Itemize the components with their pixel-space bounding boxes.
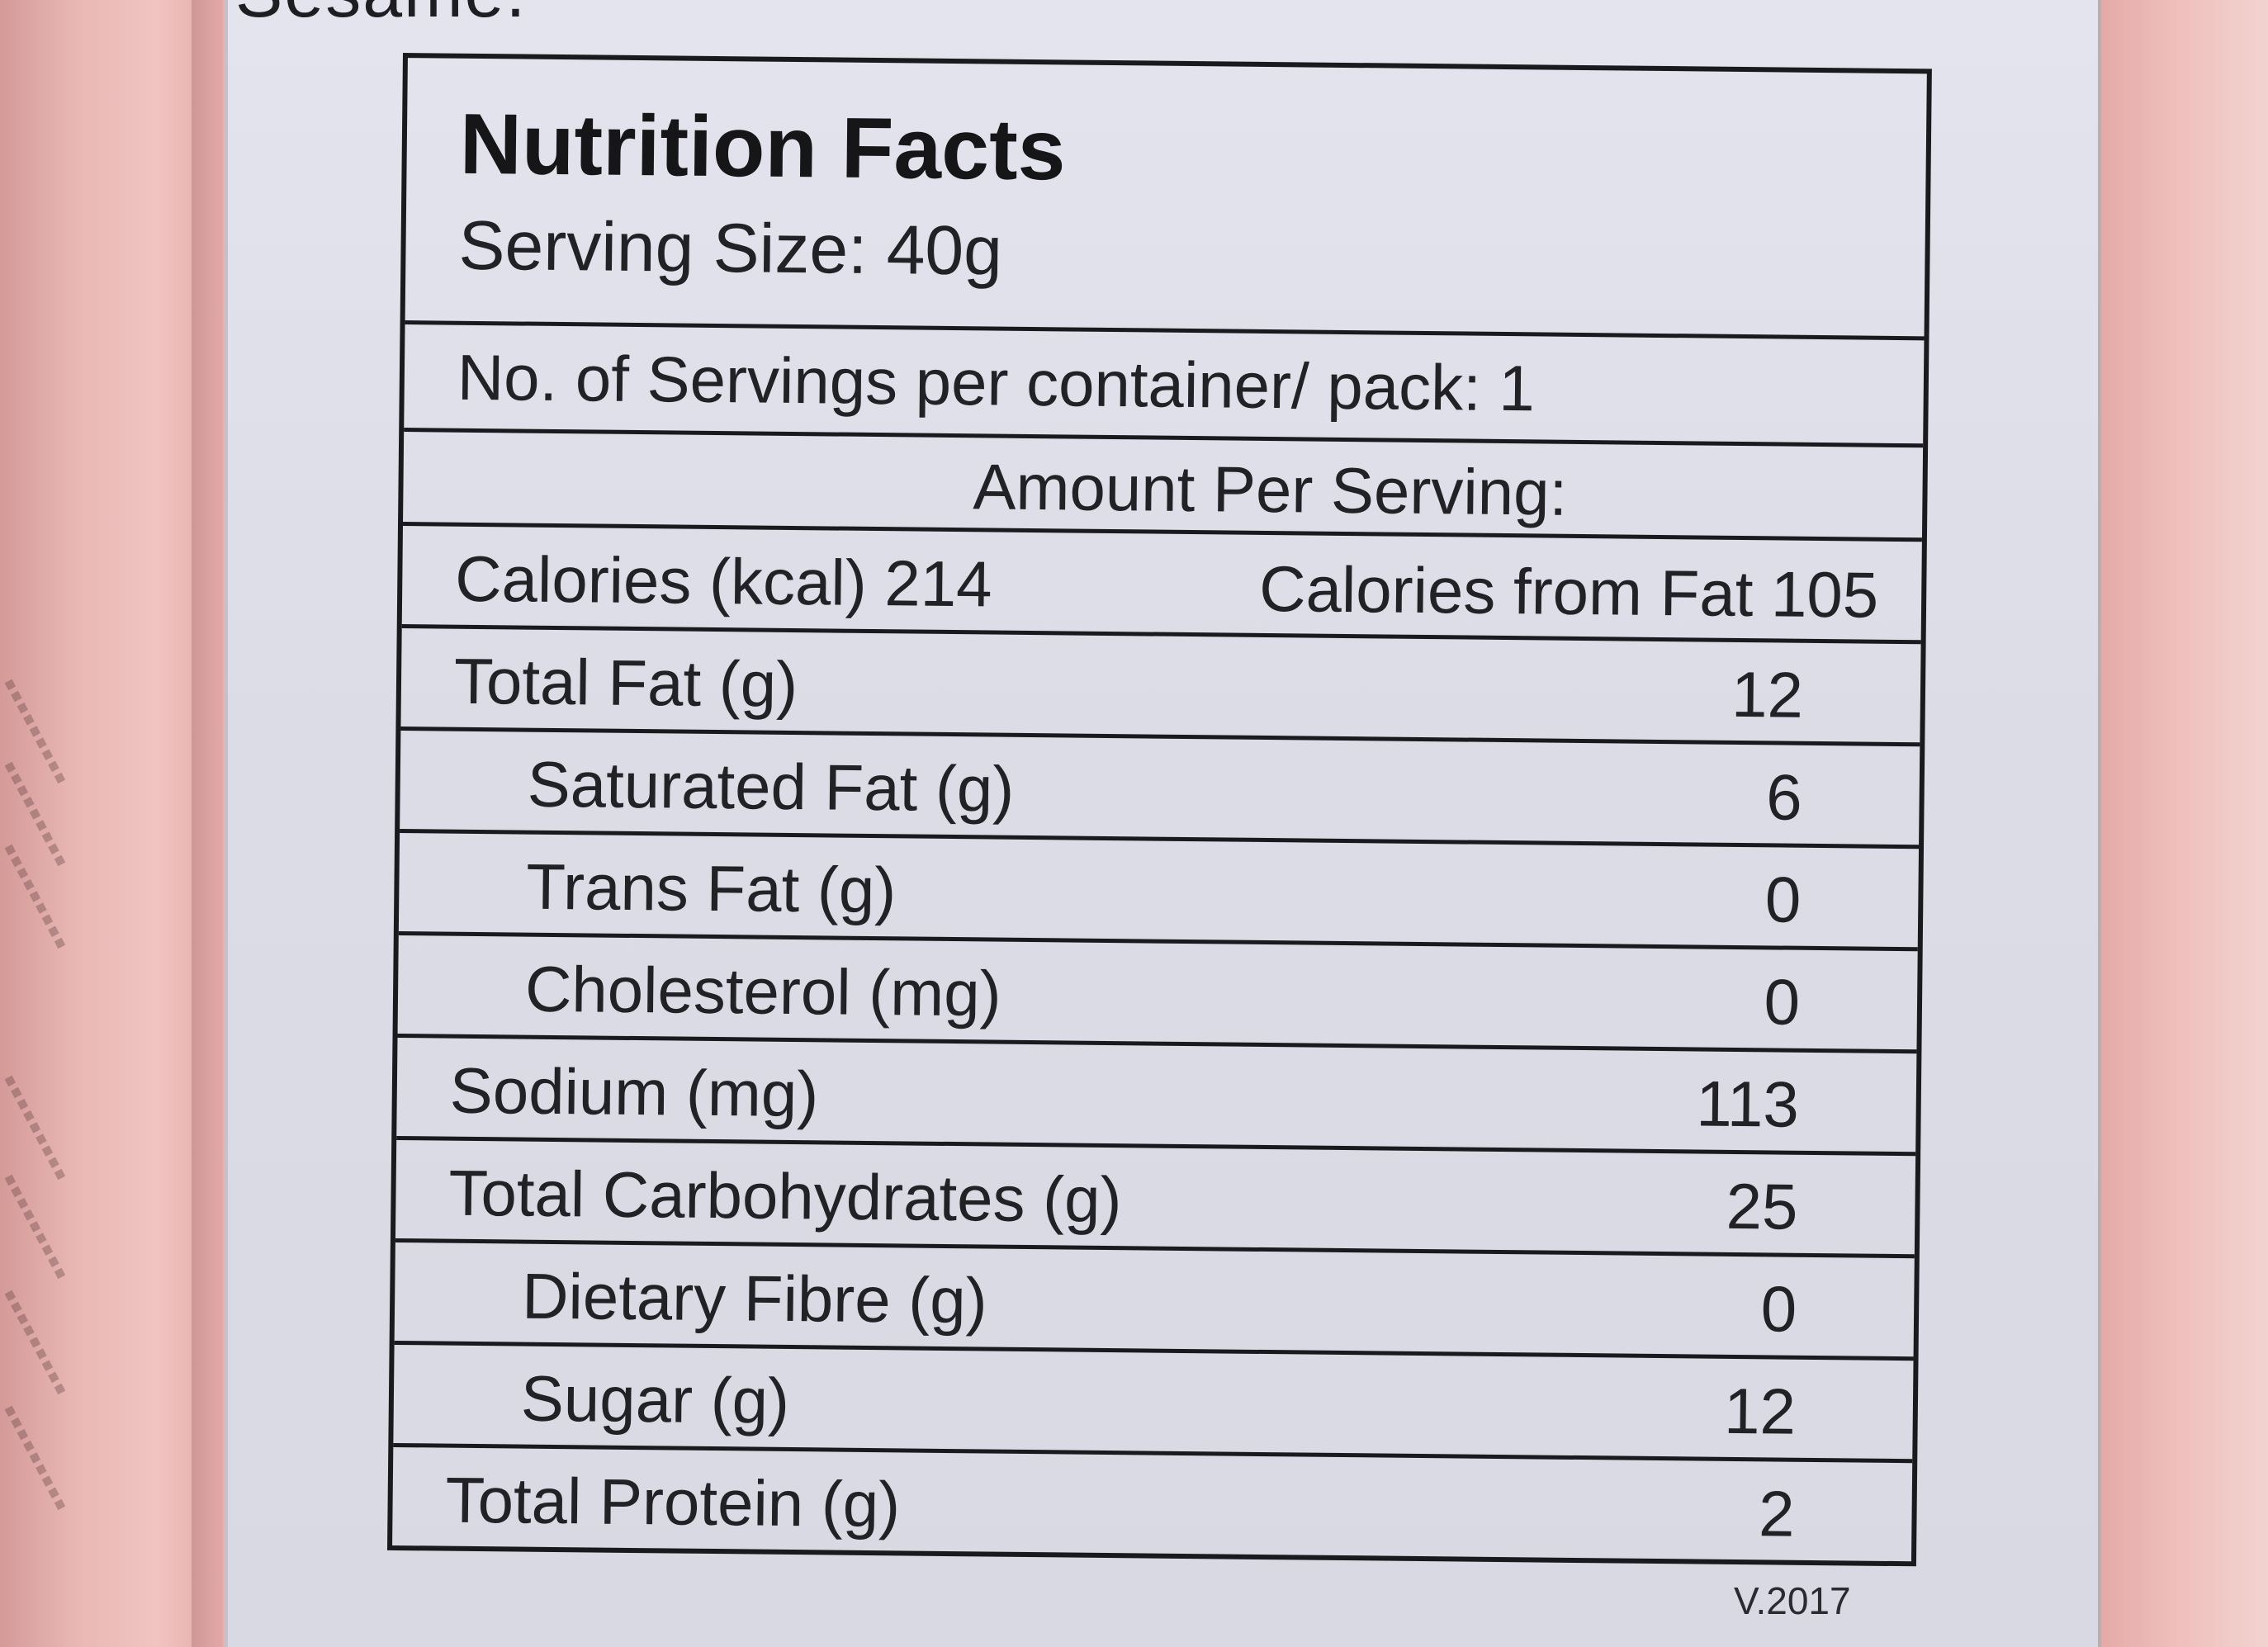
nutrient-label: Cholesterol (mg) [524,952,1002,1030]
nutrient-label: Trans Fat (g) [525,850,897,927]
nutrient-value: 12 [1731,657,1804,731]
servings-per-container: No. of Servings per container/ pack: 1 [457,340,1536,425]
calories: Calories (kcal) 214 [454,542,993,621]
flap-print [4,1075,67,1181]
nutrient-value: 6 [1765,760,1803,834]
nutrient-value: 0 [1760,1272,1797,1346]
package-left-flap [0,0,223,1647]
nutrient-value: 113 [1695,1067,1800,1141]
nutrition-title: Nutrition Facts [459,96,1067,199]
nutrient-row: Saturated Fat (g) 6 [400,726,1920,845]
nutrient-label: Sugar (g) [520,1361,790,1437]
nutrition-facts-table: Nutrition Facts Serving Size: 40g No. of… [387,53,1932,1567]
nutrient-row: Total Fat (g) 12 [400,624,1921,743]
calories-row: Calories (kcal) 214 Calories from Fat 10… [401,522,1922,641]
top-cutoff-text: Sesame. [235,0,527,34]
nutrition-header: Nutrition Facts Serving Size: 40g [405,58,1927,336]
flap-print [4,1174,67,1280]
nutrient-row: Dietary Fibre (g) 0 [394,1238,1915,1357]
version-code: V.2017 [1734,1579,1851,1622]
servings-row: No. of Servings per container/ pack: 1 [404,320,1925,444]
package-edge-shadow [192,0,225,1647]
nutrient-row: Sodium (mg) 113 [396,1033,1917,1152]
nutrient-label: Dietary Fibre (g) [521,1259,988,1337]
nutrient-label: Total Fat (g) [453,644,798,722]
nutrient-label: Sodium (mg) [449,1053,819,1131]
flap-print [4,1405,67,1512]
nutrient-label: Total Carbohydrates (g) [448,1156,1123,1237]
package-right-edge [2095,0,2268,1647]
nutrient-row: Cholesterol (mg) 0 [397,931,1918,1050]
amount-row: Amount Per Serving: [403,428,1924,538]
nutrient-value: 25 [1726,1169,1798,1243]
flap-print [4,1290,67,1396]
calories-from-fat: Calories from Fat 105 [1258,551,1879,632]
amount-per-serving: Amount Per Serving: [973,450,1568,529]
nutrient-label: Saturated Fat (g) [527,747,1015,826]
nutrient-value: 0 [1764,863,1802,936]
nutrient-label: Total Protein (g) [445,1463,901,1541]
serving-size: Serving Size: 40g [458,206,1003,290]
nutrient-value: 0 [1764,965,1801,1039]
nutrient-value: 12 [1723,1374,1797,1448]
nutrient-row: Total Carbohydrates (g) 25 [395,1135,1916,1255]
nutrient-row: Trans Fat (g) 0 [398,829,1920,948]
nutrient-value: 2 [1758,1477,1796,1550]
nutrient-row: Sugar (g) 12 [393,1340,1914,1460]
nutrient-row: Total Protein (g) 2 [392,1442,1913,1562]
